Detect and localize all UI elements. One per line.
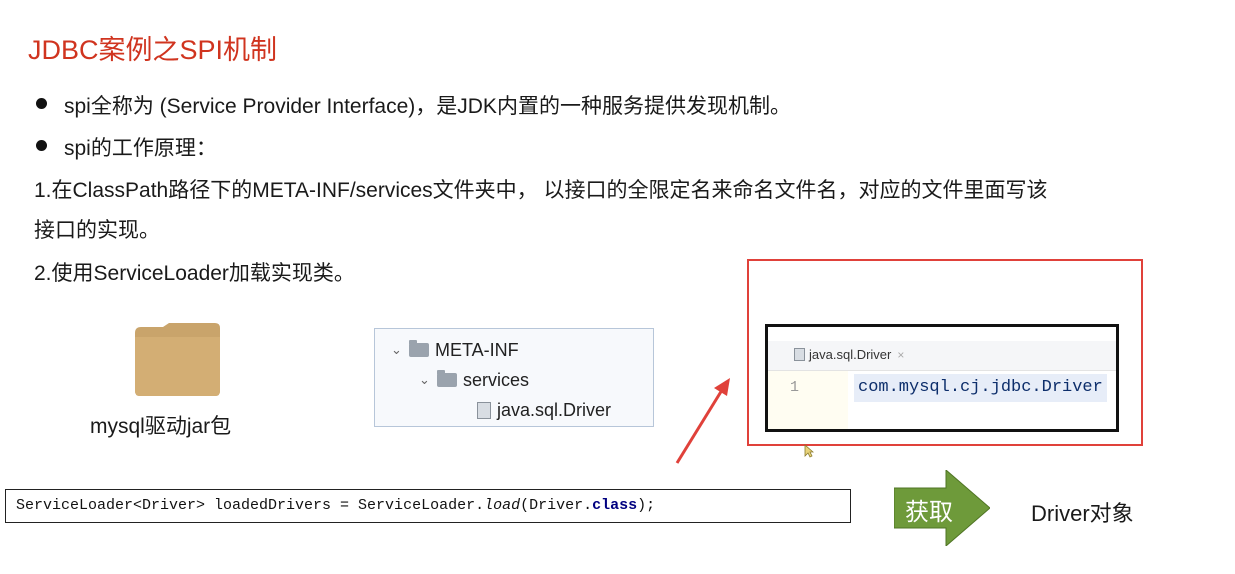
arrow-label: 获取 <box>905 499 953 526</box>
code-method: load <box>484 497 521 514</box>
code-snippet: ServiceLoader<Driver> loadedDrivers = Se… <box>5 489 851 523</box>
cursor-icon <box>804 444 814 458</box>
pointer-arrow <box>675 378 730 464</box>
code-part: ServiceLoader<Driver> loadedDrivers = Se… <box>16 497 485 514</box>
code-part: (Driver. <box>520 497 593 514</box>
code-part: ); <box>637 497 656 514</box>
result-label: Driver对象 <box>1031 501 1134 526</box>
code-keyword: class <box>592 497 638 514</box>
